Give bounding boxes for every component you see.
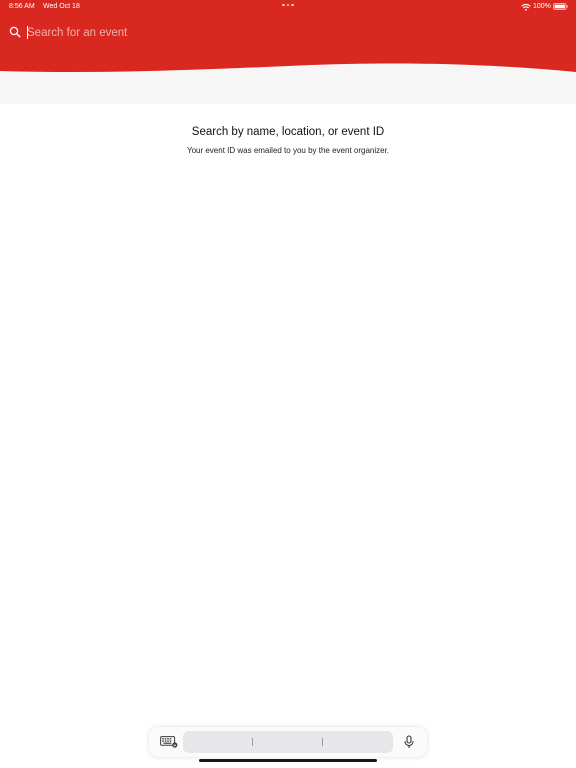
- multitasking-dots-icon[interactable]: [282, 2, 294, 8]
- wifi-icon: [521, 3, 531, 11]
- battery-percentage: 100%: [533, 3, 551, 10]
- microphone-icon[interactable]: [402, 735, 416, 749]
- keyboard-shortcut-bar: [149, 727, 427, 757]
- empty-state-subtitle: Your event ID was emailed to you by the …: [186, 146, 390, 155]
- suggestion-divider: [322, 738, 323, 746]
- suggestion-divider: [252, 738, 253, 746]
- status-date: Wed Oct 18: [43, 3, 80, 10]
- battery-icon: [553, 2, 568, 10]
- home-indicator[interactable]: [199, 759, 377, 762]
- keyboard-icon[interactable]: [160, 736, 178, 748]
- search-icon: [9, 26, 21, 38]
- search-screen: 8:56 AM Wed Oct 18 100% Search for an ev…: [0, 0, 576, 768]
- status-time: 8:56 AM: [9, 3, 35, 10]
- text-cursor: [27, 26, 28, 39]
- predictive-text-bar[interactable]: [183, 731, 393, 753]
- status-bar: 8:56 AM Wed Oct 18 100%: [0, 0, 576, 14]
- search-bar: [0, 22, 576, 44]
- header: 8:56 AM Wed Oct 18 100%: [0, 0, 576, 104]
- empty-state-title: Search by name, location, or event ID: [191, 126, 385, 138]
- search-input[interactable]: [26, 24, 427, 42]
